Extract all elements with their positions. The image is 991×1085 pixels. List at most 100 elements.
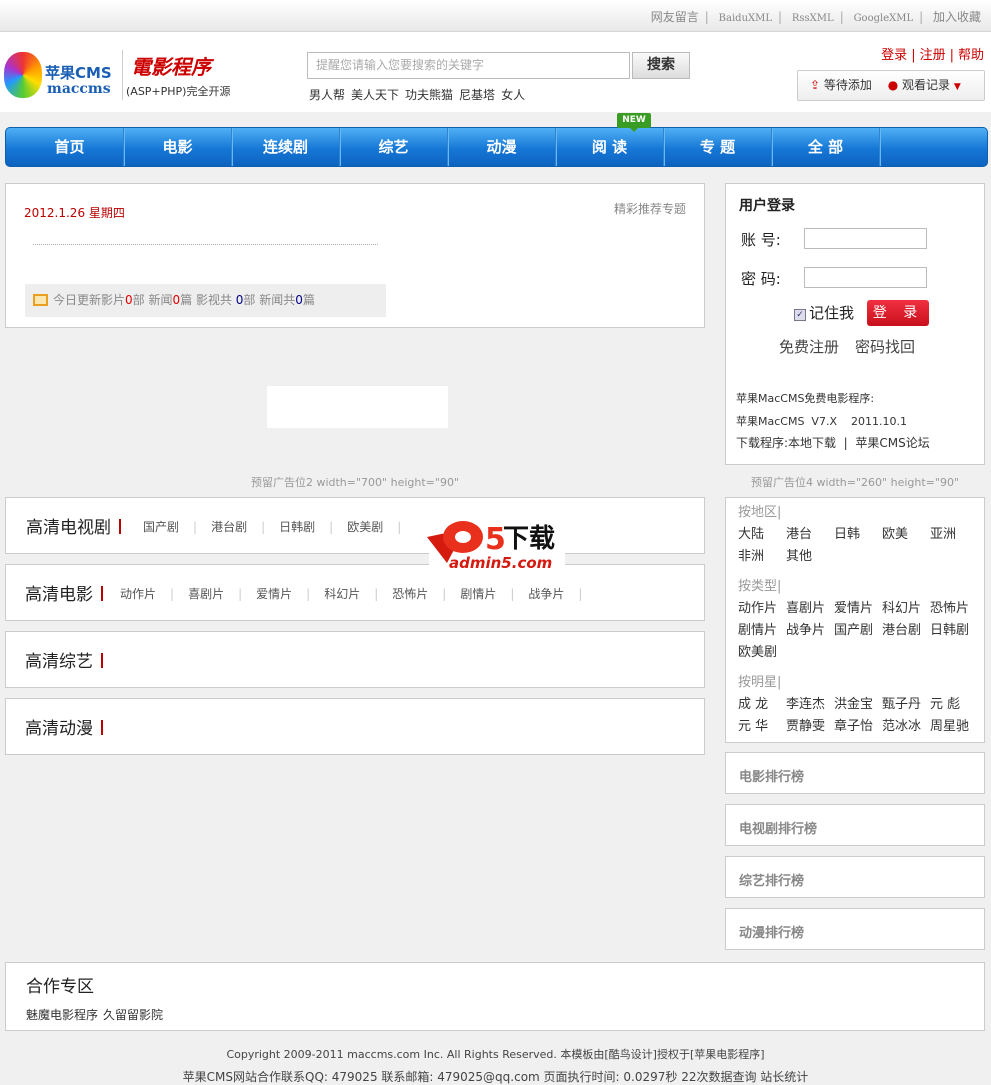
search-button[interactable]: 搜索 (632, 52, 690, 79)
region-link[interactable]: 其他 (786, 545, 834, 564)
featured-topics-link[interactable]: 精彩推荐专题 (614, 200, 686, 217)
local-download-link[interactable]: 下载程序:本地下载 (736, 436, 836, 450)
hot-keyword[interactable]: 男人帮 (309, 88, 345, 102)
a5-watermark-logo: 5 下载 admin5.com (425, 515, 567, 572)
section-link[interactable]: 剧情片 (460, 585, 496, 602)
variety-ranking[interactable]: 综艺排行榜 (725, 856, 985, 898)
ranking-title[interactable]: 动漫排行榜 (739, 922, 804, 941)
nav-all[interactable]: 全 部 (772, 128, 880, 166)
nav-topics[interactable]: 专 题 (664, 128, 772, 166)
star-link[interactable]: 元 彪 (930, 693, 978, 712)
section-link[interactable]: 科幻片 (324, 585, 360, 602)
region-link[interactable]: 欧美 (882, 523, 930, 542)
hot-keyword[interactable]: 功夫熊猫 (405, 88, 453, 102)
baidu-xml-link[interactable]: BaiduXML (719, 13, 772, 24)
nav-variety[interactable]: 综艺 (340, 128, 448, 166)
login-link[interactable]: 登录 (881, 48, 907, 63)
dropdown-arrow-icon[interactable]: ▼ (954, 82, 961, 92)
star-link[interactable]: 甄子丹 (882, 693, 930, 712)
region-link[interactable]: 港台 (786, 523, 834, 542)
region-link[interactable]: 非洲 (738, 545, 786, 564)
type-link[interactable]: 战争片 (786, 619, 834, 638)
checkbox-checked-icon[interactable]: ✓ (794, 309, 806, 321)
region-link[interactable]: 亚洲 (930, 523, 978, 542)
section-link[interactable]: 动作片 (120, 585, 156, 602)
hot-keyword[interactable]: 尼基塔 (459, 88, 495, 102)
forum-link[interactable]: 苹果CMS论坛 (855, 436, 929, 450)
tv-ranking[interactable]: 电视剧排行榜 (725, 804, 985, 846)
section-link[interactable]: 港台剧 (211, 518, 247, 535)
section-title[interactable]: 高清动漫 (25, 714, 103, 739)
type-link[interactable]: 恐怖片 (930, 597, 978, 616)
section-link[interactable]: 国产剧 (143, 518, 179, 535)
guestbook-link[interactable]: 网友留言 (651, 10, 699, 24)
account-input[interactable] (804, 228, 927, 249)
ad-slot-2[interactable] (267, 386, 448, 428)
type-link[interactable]: 喜剧片 (786, 597, 834, 616)
star-link[interactable]: 元 华 (738, 715, 786, 734)
site-logo[interactable]: 苹果CMS maccms 電影程序 (ASP+PHP)完全开源 (4, 48, 234, 103)
pending-add-button[interactable]: 等待添加 (824, 78, 872, 92)
password-input[interactable] (804, 267, 927, 288)
nav-home[interactable]: 首页 (16, 128, 124, 166)
bookmark-link[interactable]: 加入收藏 (933, 10, 981, 24)
version-info: 苹果MacCMS V7.X 2011.10.1 (736, 415, 907, 428)
type-link[interactable]: 动作片 (738, 597, 786, 616)
type-link[interactable]: 港台剧 (882, 619, 930, 638)
section-links: 动作片 | 喜剧片 | 爱情片 | 科幻片 | 恐怖片 | 剧情片 | 战争片 | (120, 585, 583, 602)
logo-en: maccms (47, 81, 111, 97)
nav-movies[interactable]: 电影 (124, 128, 232, 166)
partner-link[interactable]: 久留留影院 (103, 1008, 163, 1022)
nav-reading[interactable]: 阅 读 (556, 128, 664, 166)
login-button[interactable]: 登 录 (867, 300, 929, 326)
search-input[interactable]: 提醒您请输入您要搜索的关键字 (307, 52, 630, 79)
star-heading: 按明星| (738, 675, 782, 690)
section-link[interactable]: 战争片 (528, 585, 564, 602)
section-link[interactable]: 日韩剧 (279, 518, 315, 535)
remember-me[interactable]: ✓ 记住我 (794, 302, 854, 323)
star-link[interactable]: 李连杰 (786, 693, 834, 712)
section-title[interactable]: 高清电影 (25, 580, 103, 605)
watch-history-button[interactable]: 观看记录 (902, 78, 950, 92)
section-link[interactable]: 恐怖片 (392, 585, 428, 602)
region-link[interactable]: 大陆 (738, 523, 786, 542)
section-variety: 高清综艺 (5, 631, 705, 688)
ranking-title[interactable]: 综艺排行榜 (739, 870, 804, 889)
free-register-link[interactable]: 免费注册 (779, 338, 839, 356)
section-link[interactable]: 欧美剧 (347, 518, 383, 535)
partner-link[interactable]: 魅魔电影程序 (26, 1008, 98, 1022)
ranking-title[interactable]: 电影排行榜 (739, 766, 804, 785)
type-link[interactable]: 国产剧 (834, 619, 882, 638)
section-link[interactable]: 喜剧片 (188, 585, 224, 602)
type-link[interactable]: 欧美剧 (738, 641, 786, 660)
star-link[interactable]: 周星驰 (930, 715, 978, 734)
hot-keyword[interactable]: 美人天下 (351, 88, 399, 102)
copyright: Copyright 2009-2011 maccms.com Inc. All … (226, 1048, 765, 1061)
ad-slot-4-label: 预留广告位4 width="260" height="90" (750, 476, 960, 489)
section-link[interactable]: 爱情片 (256, 585, 292, 602)
star-link[interactable]: 洪金宝 (834, 693, 882, 712)
nav-anime[interactable]: 动漫 (448, 128, 556, 166)
type-link[interactable]: 科幻片 (882, 597, 930, 616)
hot-keyword[interactable]: 女人 (501, 88, 525, 102)
ranking-title[interactable]: 电视剧排行榜 (739, 818, 817, 837)
star-link[interactable]: 章子怡 (834, 715, 882, 734)
star-link[interactable]: 成 龙 (738, 693, 786, 712)
anime-ranking[interactable]: 动漫排行榜 (725, 908, 985, 950)
nav-series[interactable]: 连续剧 (232, 128, 340, 166)
google-xml-link[interactable]: GoogleXML (854, 13, 914, 24)
help-link[interactable]: 帮助 (958, 48, 984, 63)
region-link[interactable]: 日韩 (834, 523, 882, 542)
rss-xml-link[interactable]: RssXML (792, 13, 834, 24)
section-title[interactable]: 高清电视剧 (26, 513, 121, 538)
type-link[interactable]: 日韩剧 (930, 619, 978, 638)
password-recover-link[interactable]: 密码找回 (855, 338, 915, 356)
type-link[interactable]: 爱情片 (834, 597, 882, 616)
type-link[interactable]: 剧情片 (738, 619, 786, 638)
register-link[interactable]: 注册 (920, 48, 946, 63)
type-row: 剧情片 战争片 国产剧 港台剧 日韩剧 (738, 619, 978, 638)
movie-ranking[interactable]: 电影排行榜 (725, 752, 985, 794)
star-link[interactable]: 贾静雯 (786, 715, 834, 734)
section-title[interactable]: 高清综艺 (25, 647, 103, 672)
star-link[interactable]: 范冰冰 (882, 715, 930, 734)
